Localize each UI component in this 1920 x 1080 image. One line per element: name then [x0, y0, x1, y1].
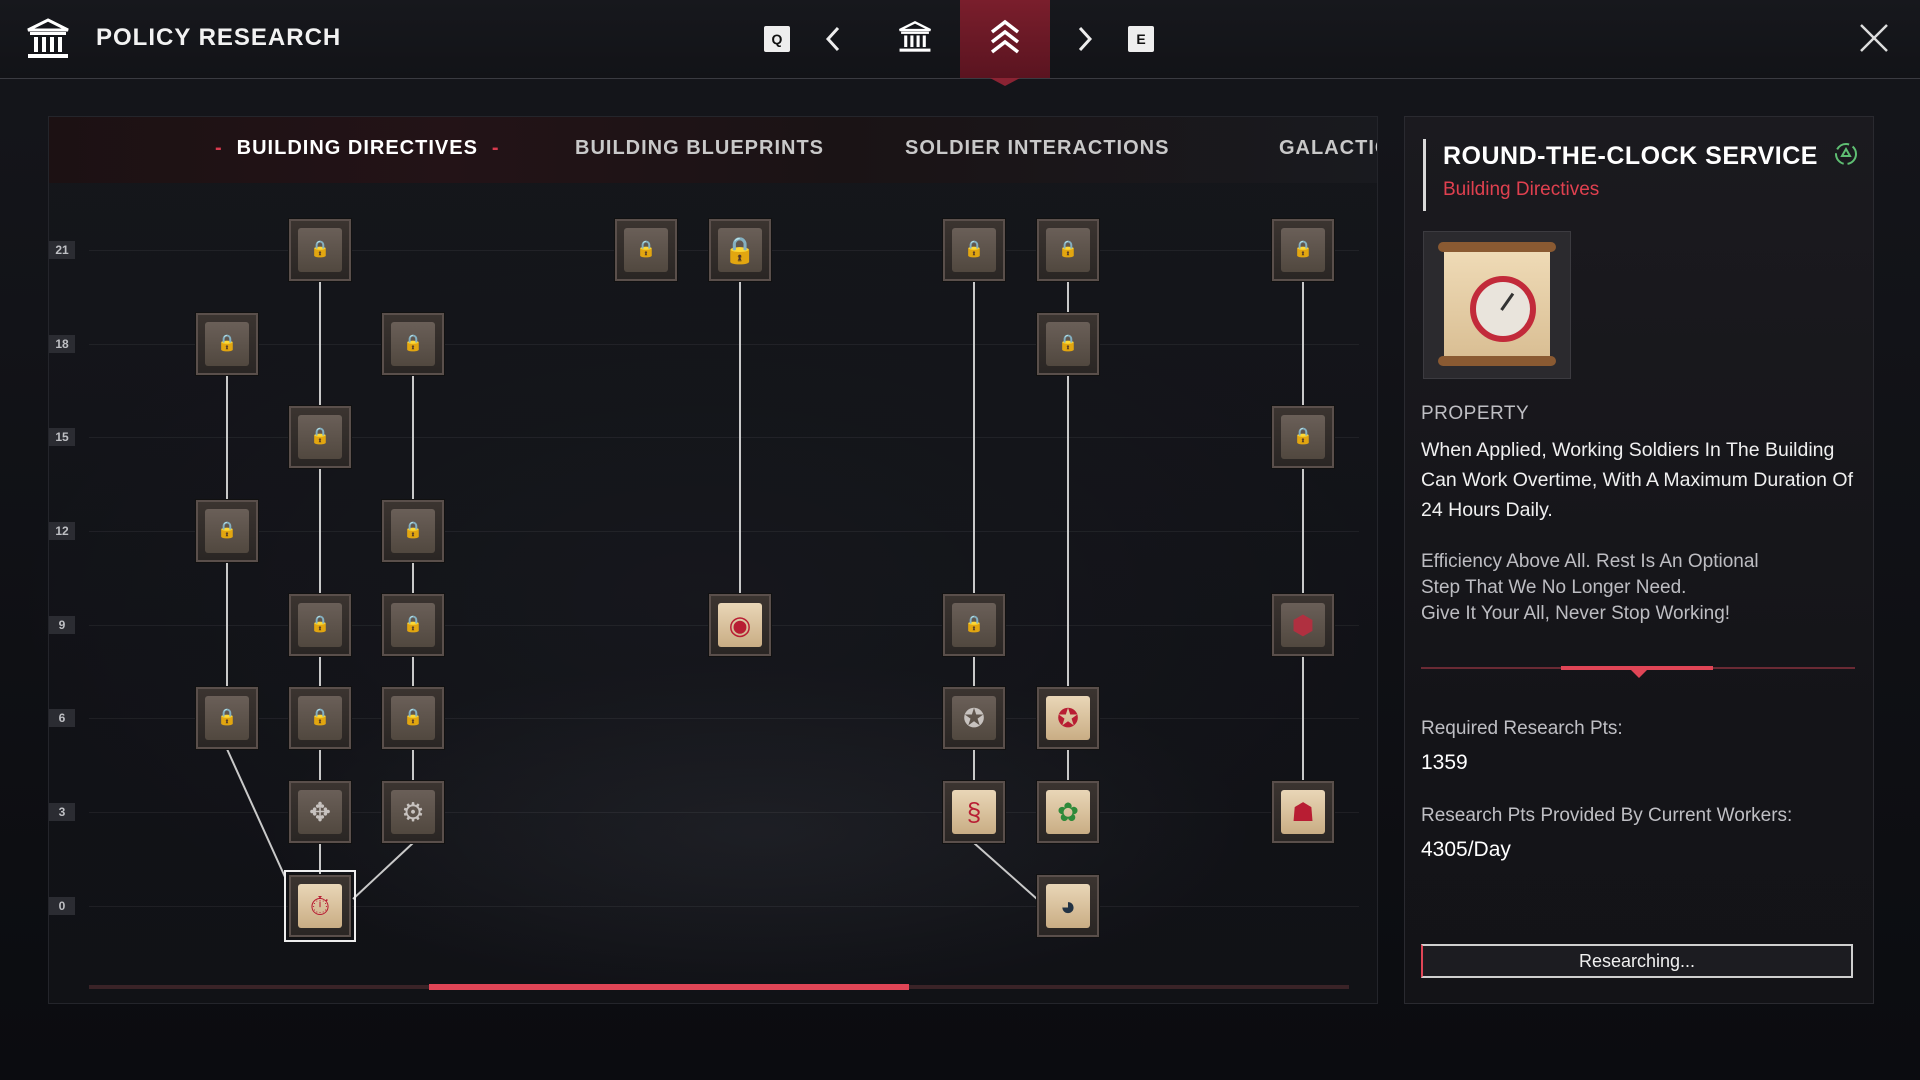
research-node-locked[interactable]: 🔒 [289, 594, 351, 656]
research-node-unlocked[interactable]: § [943, 781, 1005, 843]
chevron-left-icon[interactable] [818, 22, 848, 56]
provided-points-label: Research Pts Provided By Current Workers… [1421, 805, 1793, 826]
research-node-locked[interactable]: 🔒 [943, 219, 1005, 281]
chevron-right-icon[interactable] [1070, 22, 1100, 56]
lock-icon: 🔒 [1293, 241, 1313, 258]
research-image [1423, 231, 1571, 379]
lock-icon: 🔒 [403, 522, 423, 539]
required-points-label: Required Research Pts: [1421, 718, 1623, 739]
badge-icon: ✪ [1057, 703, 1079, 733]
globe-icon: ◕ [1060, 891, 1076, 921]
lock-icon: 🔒 [217, 335, 237, 352]
lock-icon: 🔒 [723, 235, 757, 265]
page-title: POLICY RESEARCH [96, 24, 342, 51]
lock-icon: 🔒 [1293, 428, 1313, 445]
badge-icon: ✪ [963, 703, 985, 733]
research-node-locked[interactable]: 🔒 [1037, 219, 1099, 281]
prev-key-hint[interactable]: Q [764, 26, 790, 52]
research-title: ROUND-THE-CLOCK SERVICE [1443, 141, 1859, 171]
nav-tab-building[interactable] [870, 0, 960, 78]
lock-icon: 🔒 [403, 335, 423, 352]
research-category: Building Directives [1443, 179, 1600, 200]
research-node-locked[interactable]: 🔒 [289, 219, 351, 281]
skull-icon: ☗ [1291, 797, 1315, 827]
clock-scroll-icon [1438, 242, 1556, 366]
title-accent-bar [1423, 139, 1426, 211]
gear-icon: ⚙ [401, 797, 425, 827]
emblem-icon: ◉ [728, 610, 752, 640]
research-tree-panel: - BUILDING DIRECTIVES - BUILDING BLUEPRINT… [48, 116, 1378, 1004]
research-node-locked[interactable]: 🔒 [1272, 219, 1334, 281]
top-bar: POLICY RESEARCH Q E [0, 0, 1920, 86]
horizontal-scrollbar-thumb[interactable] [429, 984, 909, 990]
shield-icon: ⬢ [1291, 610, 1315, 640]
close-icon[interactable] [1858, 22, 1890, 54]
flavor-text: Efficiency Above All. Rest Is An Optiona… [1421, 551, 1759, 624]
rank-chevrons-icon [990, 19, 1020, 54]
property-description: When Applied, Working Soldiers In The Bu… [1421, 439, 1853, 521]
research-node-available[interactable]: ⬢ [1272, 594, 1334, 656]
clock-icon: ⏱ [309, 891, 331, 921]
property-label: PROPERTY [1421, 403, 1530, 424]
research-node-locked[interactable]: 🔒 [1272, 406, 1334, 468]
research-node-available[interactable]: ✪ [943, 687, 1005, 749]
boots-icon: ✥ [309, 797, 331, 827]
research-node-locked[interactable]: 🔒 [382, 313, 444, 375]
research-node-locked[interactable]: 🔒 [289, 687, 351, 749]
lock-icon: 🔒 [217, 522, 237, 539]
lock-icon: 🔒 [310, 709, 330, 726]
bank-icon [27, 18, 69, 58]
lock-icon: 🔒 [964, 241, 984, 258]
nav-tab-policy-research[interactable] [960, 0, 1050, 86]
lock-icon: 🔒 [403, 709, 423, 726]
research-node-locked[interactable]: 🔒 [196, 313, 258, 375]
divider-marker [1631, 670, 1647, 678]
lock-icon: 🔒 [1058, 335, 1078, 352]
next-key-hint[interactable]: E [1128, 26, 1154, 52]
lock-icon: 🔒 [403, 616, 423, 633]
provided-points-value: 4305/Day [1421, 838, 1511, 861]
lock-icon: 🔒 [217, 709, 237, 726]
research-node-unlocked[interactable]: ✪ [1037, 687, 1099, 749]
research-node-locked[interactable]: 🔒 [1037, 313, 1099, 375]
lock-icon: 🔒 [310, 616, 330, 633]
lock-icon: 🔒 [636, 241, 656, 258]
research-node-locked[interactable]: 🔒 [382, 687, 444, 749]
research-node-locked[interactable]: 🔒 [196, 500, 258, 562]
research-node-unlocked[interactable]: ◕ [1037, 875, 1099, 937]
research-node-locked[interactable]: 🔒 [289, 406, 351, 468]
research-node-locked[interactable]: 🔒 [615, 219, 677, 281]
lock-icon: 🔒 [310, 241, 330, 258]
lock-icon: 🔒 [1058, 241, 1078, 258]
research-node-unlocked[interactable]: ◉ [709, 594, 771, 656]
research-node-unlocked[interactable]: ☗ [1272, 781, 1334, 843]
bank-icon [899, 21, 931, 52]
research-node-locked[interactable]: 🔒 [943, 594, 1005, 656]
research-node-available[interactable]: 🔒 [709, 219, 771, 281]
research-node-locked[interactable]: 🔒 [382, 594, 444, 656]
scroll-icon: § [966, 797, 982, 827]
research-node-locked[interactable]: 🔒 [382, 500, 444, 562]
recycle-icon [1835, 143, 1858, 165]
research-node-selected[interactable]: ⏱ [284, 870, 356, 942]
required-points-value: 1359 [1421, 751, 1468, 774]
research-node-unlocked[interactable]: ✿ [1037, 781, 1099, 843]
research-node-locked[interactable]: 🔒 [196, 687, 258, 749]
research-node-available[interactable]: ⚙ [382, 781, 444, 843]
research-node-available[interactable]: ✥ [289, 781, 351, 843]
research-status-button[interactable]: Researching... [1421, 944, 1853, 978]
research-detail-panel: ROUND-THE-CLOCK SERVICE Building Directi… [1404, 116, 1874, 1004]
flower-icon: ✿ [1057, 797, 1079, 827]
lock-icon: 🔒 [964, 616, 984, 633]
lock-icon: 🔒 [310, 428, 330, 445]
